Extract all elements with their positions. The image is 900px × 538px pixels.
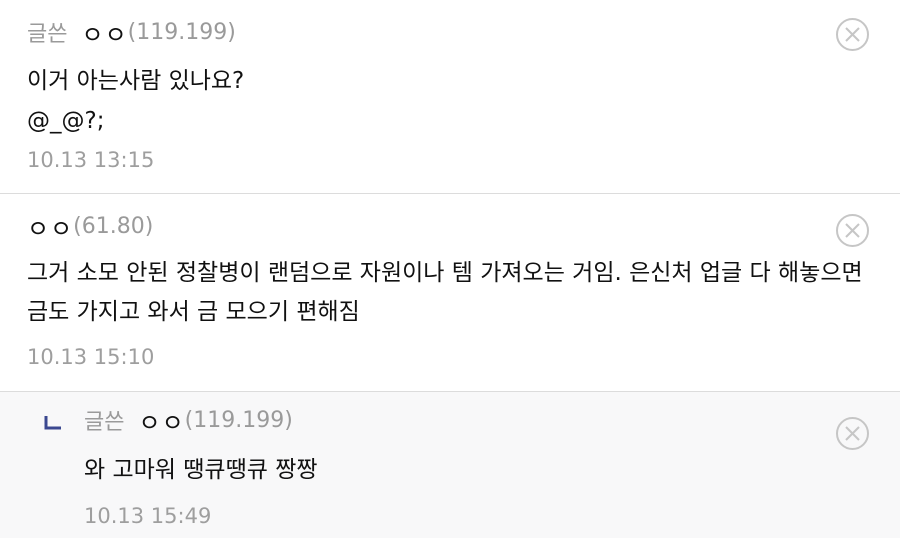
ip-address: (61.80) bbox=[73, 213, 154, 239]
delete-button[interactable] bbox=[836, 417, 869, 450]
nickname[interactable]: ㅇㅇ bbox=[138, 403, 184, 438]
ip-address: (119.199) bbox=[127, 19, 236, 45]
comment-meta: 글쓴 ㅇㅇ (119.199) bbox=[27, 15, 236, 50]
reply-arrow-icon bbox=[44, 416, 61, 430]
comment-meta: ㅇㅇ (61.80) bbox=[27, 209, 154, 244]
comment-text: 그거 소모 안된 정찰병이 랜덤으로 자원이나 템 가져오는 거임. 은신처 업… bbox=[27, 260, 863, 325]
writer-badge: 글쓴 bbox=[27, 22, 68, 47]
comment-item: 글쓴 ㅇㅇ (119.199) 이거 아는사람 있나요? @_@?; 10.13… bbox=[0, 0, 900, 194]
comment-line: @_@?; bbox=[27, 108, 105, 134]
nickname[interactable]: ㅇㅇ bbox=[27, 209, 73, 244]
comment-timestamp: 10.13 15:10 bbox=[27, 345, 155, 369]
comment-text: 이거 아는사람 있나요? @_@?; bbox=[27, 61, 244, 141]
delete-button[interactable] bbox=[836, 214, 869, 247]
comment-line: 이거 아는사람 있나요? bbox=[27, 68, 245, 94]
reply-item: 글쓴 ㅇㅇ (119.199) 와 고마워 땡큐땡큐 짱짱 10.13 15:4… bbox=[0, 392, 900, 538]
delete-button[interactable] bbox=[836, 18, 869, 51]
close-circle-icon bbox=[845, 27, 860, 42]
close-circle-icon bbox=[845, 426, 860, 441]
writer-badge: 글쓴 bbox=[84, 410, 125, 435]
comment-timestamp: 10.13 13:15 bbox=[27, 148, 155, 172]
comment-item: ㅇㅇ (61.80) 그거 소모 안된 정찰병이 랜덤으로 자원이나 템 가져오… bbox=[0, 194, 900, 392]
ip-address: (119.199) bbox=[184, 407, 293, 433]
comment-meta: 글쓴 ㅇㅇ (119.199) bbox=[84, 403, 293, 438]
comment-timestamp: 10.13 15:49 bbox=[84, 504, 212, 528]
nickname[interactable]: ㅇㅇ bbox=[81, 15, 127, 50]
close-circle-icon bbox=[845, 223, 860, 238]
comment-text: 와 고마워 땡큐땡큐 짱짱 bbox=[84, 457, 318, 483]
